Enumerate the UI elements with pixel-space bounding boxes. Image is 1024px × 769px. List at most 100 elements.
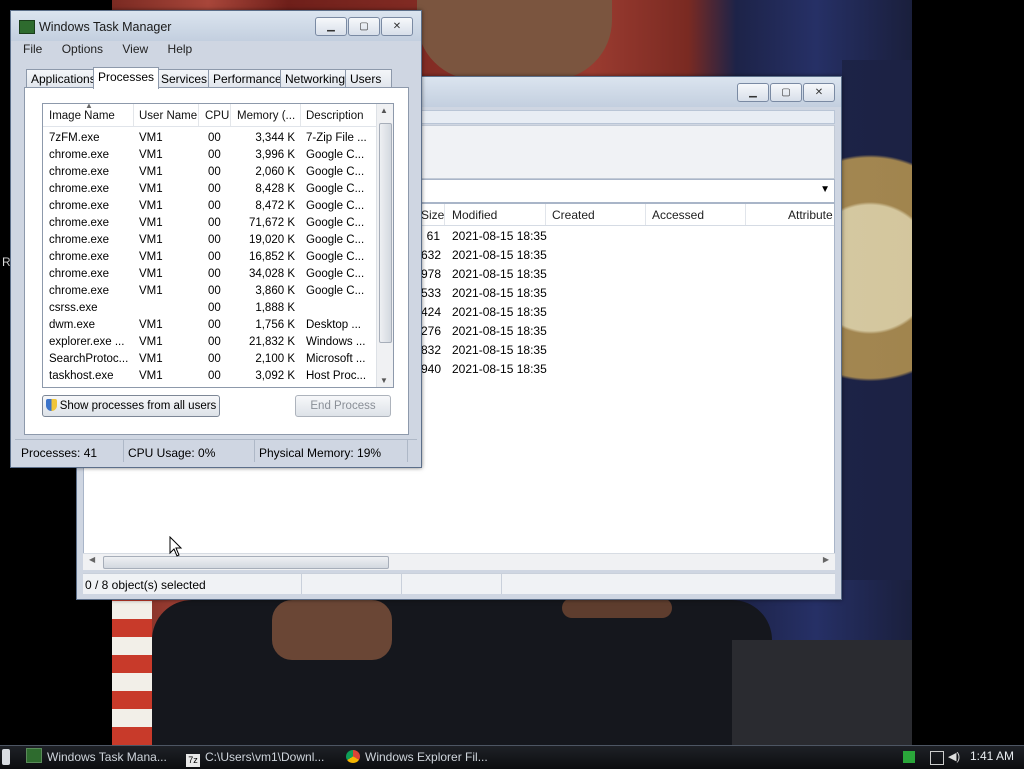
scroll-right-icon[interactable]: ▶ — [823, 555, 829, 564]
scroll-up-icon[interactable]: ▲ — [380, 106, 388, 115]
menu-help[interactable]: Help — [168, 42, 193, 56]
process-description: Google C... — [306, 200, 365, 212]
chevron-down-icon[interactable]: ▼ — [820, 184, 830, 195]
start-button[interactable] — [2, 749, 10, 765]
task-manager-menubar: File Options View Help — [15, 42, 200, 60]
taskbar-item-7zip[interactable]: 7z C:\Users\vm1\Downl... — [186, 748, 336, 767]
process-row[interactable]: chrome.exe VM1 00 19,020 K Google C... — [43, 232, 377, 249]
explorer-maximize-button[interactable]: ▢ — [770, 83, 802, 102]
process-row[interactable]: dwm.exe VM1 00 1,756 K Desktop ... — [43, 317, 377, 334]
process-row[interactable]: taskhost.exe VM1 00 3,092 K Host Proc... — [43, 368, 377, 385]
tab-users[interactable]: Users — [345, 69, 392, 88]
column-image-name[interactable]: Image Name — [49, 110, 115, 122]
file-size: 832 — [421, 343, 442, 357]
process-row[interactable]: chrome.exe VM1 00 8,472 K Google C... — [43, 198, 377, 215]
process-list-scrollbar[interactable]: ▲ ▼ — [376, 104, 393, 387]
process-row[interactable]: chrome.exe VM1 00 3,860 K Google C... — [43, 283, 377, 300]
explorer-minimize-button[interactable]: ▁ — [737, 83, 769, 102]
menu-options[interactable]: Options — [62, 42, 103, 56]
process-image-name: SearchProtoc... — [49, 353, 129, 365]
tab-processes[interactable]: Processes — [93, 67, 159, 89]
process-image-name: chrome.exe — [49, 268, 110, 280]
process-row[interactable]: chrome.exe VM1 00 34,028 K Google C... — [43, 266, 377, 283]
process-description: Google C... — [306, 149, 365, 161]
process-user-name: VM1 — [139, 353, 163, 365]
file-modified: 2021-08-15 18:35 — [452, 305, 547, 319]
column-attribute[interactable]: Attribute — [788, 208, 833, 222]
column-created[interactable]: Created — [552, 208, 595, 222]
scroll-left-icon[interactable]: ◀ — [89, 555, 95, 564]
processes-panel: Image Name ▲ User Name CPU Memory (... D… — [24, 87, 409, 435]
task-manager-title: Windows Task Manager — [39, 20, 172, 34]
tab-services[interactable]: Services — [156, 69, 211, 88]
column-user-name[interactable]: User Name — [139, 110, 197, 122]
process-cpu: 00 — [208, 370, 221, 382]
task-manager-maximize-button[interactable]: ▢ — [348, 17, 380, 36]
process-description: Google C... — [306, 251, 365, 263]
taskbar-item-7zip-label: C:\Users\vm1\Downl... — [205, 750, 325, 764]
process-description: Windows ... — [306, 336, 366, 348]
process-description: Google C... — [306, 166, 365, 178]
tray-app-icon[interactable] — [903, 751, 915, 763]
taskbar-item-task-manager[interactable]: Windows Task Mana... — [26, 748, 176, 767]
tab-networking[interactable]: Networking — [280, 69, 348, 88]
taskbar-item-task-manager-label: Windows Task Mana... — [47, 750, 167, 764]
process-row[interactable]: chrome.exe VM1 00 16,852 K Google C... — [43, 249, 377, 266]
process-memory: 3,092 K — [255, 370, 295, 382]
task-manager-close-button[interactable]: ✕ — [381, 17, 413, 36]
wallpaper-flag-seal — [842, 60, 912, 580]
column-accessed[interactable]: Accessed — [652, 208, 704, 222]
process-image-name: chrome.exe — [49, 285, 110, 297]
column-memory[interactable]: Memory (... — [237, 110, 295, 122]
process-user-name: VM1 — [139, 200, 163, 212]
process-row[interactable]: explorer.exe ... VM1 00 21,832 K Windows ... — [43, 334, 377, 351]
process-row[interactable]: 7zFM.exe VM1 00 3,344 K 7-Zip File ... — [43, 130, 377, 147]
column-cpu[interactable]: CPU — [205, 110, 229, 122]
process-row[interactable]: chrome.exe VM1 00 2,060 K Google C... — [43, 164, 377, 181]
scroll-down-icon[interactable]: ▼ — [380, 376, 388, 385]
taskbar-clock[interactable]: 1:41 AM — [970, 749, 1014, 763]
tab-applications[interactable]: Applications — [26, 69, 96, 88]
process-list-scroll-thumb[interactable] — [379, 123, 392, 343]
explorer-horizontal-scrollbar[interactable]: ◀ ▶ — [83, 553, 835, 570]
explorer-scroll-thumb[interactable] — [103, 556, 389, 569]
end-process-button[interactable]: End Process — [295, 395, 391, 417]
process-row[interactable]: SearchProtoc... VM1 00 2,100 K Microsoft ... — [43, 351, 377, 368]
7zip-icon: 7z — [186, 754, 200, 767]
process-row[interactable]: chrome.exe VM1 00 8,428 K Google C... — [43, 181, 377, 198]
process-cpu: 00 — [208, 234, 221, 246]
network-icon[interactable] — [930, 751, 944, 765]
process-description: Host Proc... — [306, 370, 367, 382]
explorer-close-button[interactable]: ✕ — [803, 83, 835, 102]
status-cpu-usage: CPU Usage: 0% — [128, 446, 216, 460]
process-row[interactable]: chrome.exe VM1 00 71,672 K Google C... — [43, 215, 377, 232]
tab-performance[interactable]: Performance — [208, 69, 283, 88]
process-memory: 8,428 K — [255, 183, 295, 195]
process-image-name: chrome.exe — [49, 183, 110, 195]
taskbar-item-chrome[interactable]: Windows Explorer Fil... — [346, 748, 496, 767]
menu-file[interactable]: File — [23, 42, 42, 56]
task-manager-minimize-button[interactable]: ▁ — [315, 17, 347, 36]
wallpaper-desk — [732, 640, 912, 745]
process-row[interactable]: csrss.exe 00 1,888 K — [43, 300, 377, 317]
process-image-name: chrome.exe — [49, 251, 110, 263]
column-modified[interactable]: Modified — [452, 208, 497, 222]
menu-view[interactable]: View — [122, 42, 148, 56]
process-list[interactable]: Image Name ▲ User Name CPU Memory (... D… — [42, 103, 394, 388]
uac-shield-icon — [45, 399, 57, 411]
task-manager-icon — [26, 748, 42, 763]
process-description: Desktop ... — [306, 319, 361, 331]
volume-icon[interactable]: ◀) — [948, 751, 960, 763]
column-size[interactable]: Size — [421, 208, 444, 222]
file-modified: 2021-08-15 18:35 — [452, 362, 547, 376]
show-all-processes-label: Show processes from all users — [59, 400, 217, 412]
process-cpu: 00 — [208, 302, 221, 314]
task-manager-window[interactable]: Windows Task Manager ▁ ▢ ✕ File Options … — [10, 10, 422, 468]
process-image-name: chrome.exe — [49, 149, 110, 161]
process-memory: 1,888 K — [255, 302, 295, 314]
process-cpu: 00 — [208, 353, 221, 365]
column-description[interactable]: Description — [306, 110, 364, 122]
show-all-processes-button[interactable]: Show processes from all users — [42, 395, 220, 417]
file-modified: 2021-08-15 18:35 — [452, 248, 547, 262]
process-row[interactable]: chrome.exe VM1 00 3,996 K Google C... — [43, 147, 377, 164]
